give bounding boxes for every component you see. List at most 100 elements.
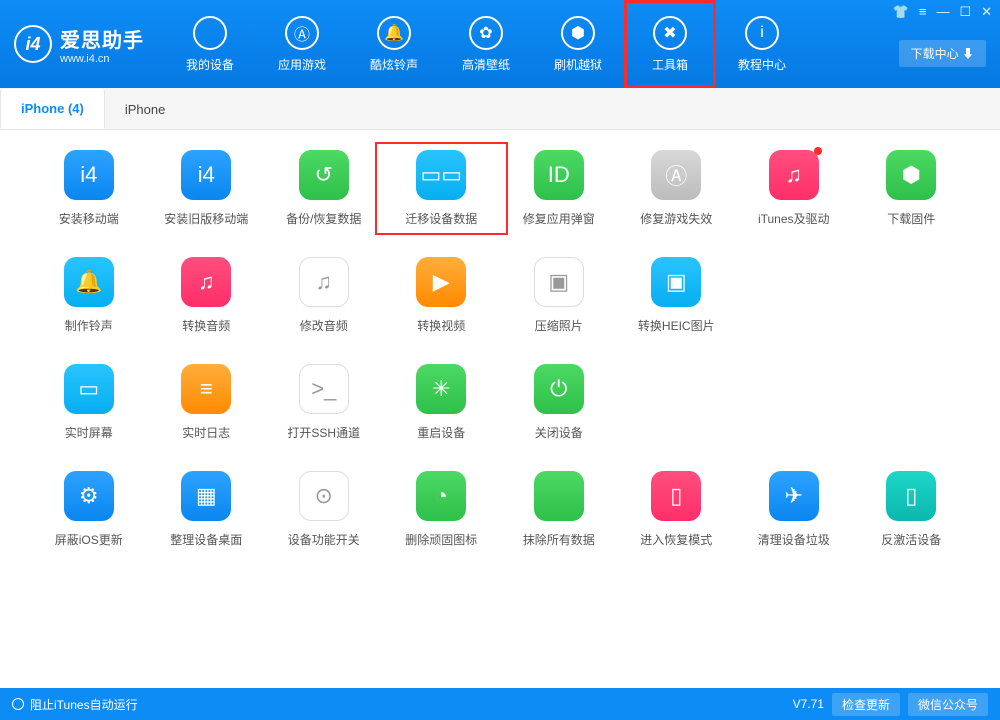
nav-3[interactable]: ✿高清壁纸 xyxy=(440,0,532,88)
tool-item[interactable]: ⬢ 下载固件 xyxy=(853,150,971,227)
nav-label: 应用游戏 xyxy=(278,56,326,73)
tool-label: 打开SSH通道 xyxy=(287,424,360,441)
nav-icon: 🔔 xyxy=(377,16,411,50)
tab-0[interactable]: iPhone (4) xyxy=(0,89,105,129)
tool-item[interactable]: ✳ 重启设备 xyxy=(383,364,501,441)
tool-item[interactable]: ▣ 转换HEIC图片 xyxy=(618,257,736,334)
device-tabs: iPhone (4)iPhone xyxy=(0,88,1000,130)
tool-item[interactable]: ⏻ 关闭设备 xyxy=(500,364,618,441)
tool-label: 重启设备 xyxy=(417,424,465,441)
tool-icon: ⚙ xyxy=(64,471,114,521)
brand-name: 爱思助手 xyxy=(60,24,144,53)
tool-icon: ✈ xyxy=(769,471,819,521)
nav-2[interactable]: 🔔 酷炫铃声 xyxy=(348,0,440,88)
tool-item[interactable]: ♫修改音频 xyxy=(265,257,383,334)
tool-label: 修复应用弹窗 xyxy=(523,210,595,227)
tool-item[interactable]: ♫ 转换音频 xyxy=(148,257,266,334)
tool-item[interactable]: ✈ 清理设备垃圾 xyxy=(735,471,853,548)
status-bar: 阻止iTunes自动运行 V7.71 检查更新 微信公众号 xyxy=(0,688,1000,720)
tool-icon: ▭▭ xyxy=(416,150,466,200)
nav-icon: ⬢ xyxy=(561,16,595,50)
tool-item[interactable]: ⚙屏蔽iOS更新 xyxy=(30,471,148,548)
nav-icon: Ⓐ xyxy=(285,16,319,50)
tool-icon: ▭ xyxy=(64,364,114,414)
tool-item[interactable]: ♫ iTunes及驱动 xyxy=(735,150,853,227)
tool-item[interactable]: ≡ 实时日志 xyxy=(148,364,266,441)
tool-label: 迁移设备数据 xyxy=(405,210,477,227)
tool-item[interactable]: ID修复应用弹窗 xyxy=(500,150,618,227)
tool-item[interactable]: >_ 打开SSH通道 xyxy=(265,364,383,441)
nav-label: 酷炫铃声 xyxy=(370,56,418,73)
tool-item[interactable]: 抹除所有数据 xyxy=(500,471,618,548)
tool-label: 清理设备垃圾 xyxy=(758,531,830,548)
tool-item[interactable]: ▯ 进入恢复模式 xyxy=(618,471,736,548)
minimize-icon[interactable]: — xyxy=(936,4,949,20)
tool-icon: ◔ xyxy=(416,471,466,521)
tool-label: 转换视频 xyxy=(417,317,465,334)
radio-icon[interactable] xyxy=(12,698,24,710)
tool-label: 制作铃声 xyxy=(65,317,113,334)
tool-item[interactable]: ▦整理设备桌面 xyxy=(148,471,266,548)
tool-icon: ≡ xyxy=(181,364,231,414)
tool-icon: ↺ xyxy=(299,150,349,200)
tool-icon: ⏻ xyxy=(534,364,584,414)
tool-item[interactable]: Ⓐ修复游戏失效 xyxy=(618,150,736,227)
tool-icon: ♫ xyxy=(181,257,231,307)
app-logo: i4 爱思助手 www.i4.cn xyxy=(14,24,144,65)
tool-icon: ⬢ xyxy=(886,150,936,200)
close-icon[interactable]: ✕ xyxy=(981,4,992,20)
tool-item[interactable]: ▭ 实时屏幕 xyxy=(30,364,148,441)
download-center-button[interactable]: 下载中心 ⬇ xyxy=(899,40,986,67)
tool-label: 转换音频 xyxy=(182,317,230,334)
tool-icon: >_ xyxy=(299,364,349,414)
nav-label: 工具箱 xyxy=(652,56,688,73)
nav-icon: ✿ xyxy=(469,16,503,50)
tool-icon: ▯ xyxy=(651,471,701,521)
tool-icon: ⊙ xyxy=(299,471,349,521)
tool-label: 实时日志 xyxy=(182,424,230,441)
wechat-button[interactable]: 微信公众号 xyxy=(908,693,988,716)
tool-label: 关闭设备 xyxy=(535,424,583,441)
version-label: V7.71 xyxy=(793,697,824,711)
menu-icon[interactable]: ≡ xyxy=(919,4,927,20)
tool-item[interactable]: ▯反激活设备 xyxy=(853,471,971,548)
tool-label: 进入恢复模式 xyxy=(640,531,712,548)
tool-label: iTunes及驱动 xyxy=(758,210,830,227)
maximize-icon[interactable]: ☐ xyxy=(959,4,971,20)
tool-item[interactable]: ◔ 删除顽固图标 xyxy=(383,471,501,548)
nav-label: 我的设备 xyxy=(186,56,234,73)
tool-label: 下载固件 xyxy=(887,210,935,227)
nav-label: 教程中心 xyxy=(738,56,786,73)
nav-6[interactable]: i 教程中心 xyxy=(716,0,808,88)
tool-item[interactable]: ⊙设备功能开关 xyxy=(265,471,383,548)
nav-1[interactable]: Ⓐ 应用游戏 xyxy=(256,0,348,88)
tool-item[interactable]: ▶转换视频 xyxy=(383,257,501,334)
tool-icon: ▣ xyxy=(651,257,701,307)
tool-grid: i4安装移动端i4安装旧版移动端↺备份/恢复数据▭▭迁移设备数据ID修复应用弹窗… xyxy=(30,150,970,548)
tool-item[interactable]: i4安装移动端 xyxy=(30,150,148,227)
tool-item[interactable]: i4安装旧版移动端 xyxy=(148,150,266,227)
tool-label: 整理设备桌面 xyxy=(170,531,242,548)
nav-5[interactable]: ✖工具箱 xyxy=(624,0,716,88)
tool-icon: ✳ xyxy=(416,364,466,414)
tool-item[interactable]: ↺备份/恢复数据 xyxy=(265,150,383,227)
tool-label: 安装移动端 xyxy=(59,210,119,227)
tool-item[interactable]: ▭▭ 迁移设备数据 xyxy=(383,150,501,227)
skin-icon[interactable]: 👕 xyxy=(893,4,909,20)
itunes-block-toggle[interactable]: 阻止iTunes自动运行 xyxy=(30,696,138,713)
tool-icon: i4 xyxy=(181,150,231,200)
nav-icon: i xyxy=(745,16,779,50)
tool-label: 删除顽固图标 xyxy=(405,531,477,548)
app-header: i4 爱思助手 www.i4.cn 我的设备 Ⓐ 应用游戏 🔔 酷炫铃声 ✿高清壁纸⬢刷机… xyxy=(0,0,1000,88)
tool-label: 转换HEIC图片 xyxy=(638,317,715,334)
nav-4[interactable]: ⬢刷机越狱 xyxy=(532,0,624,88)
tool-item[interactable]: ▣压缩照片 xyxy=(500,257,618,334)
tool-icon: ♫ xyxy=(299,257,349,307)
tool-icon: ♫ xyxy=(769,150,819,200)
tab-1[interactable]: iPhone xyxy=(105,89,185,129)
window-controls: 👕 ≡ — ☐ ✕ xyxy=(893,4,992,20)
tool-label: 实时屏幕 xyxy=(65,424,113,441)
tool-item[interactable]: 🔔制作铃声 xyxy=(30,257,148,334)
check-update-button[interactable]: 检查更新 xyxy=(832,693,900,716)
nav-0[interactable]: 我的设备 xyxy=(164,0,256,88)
